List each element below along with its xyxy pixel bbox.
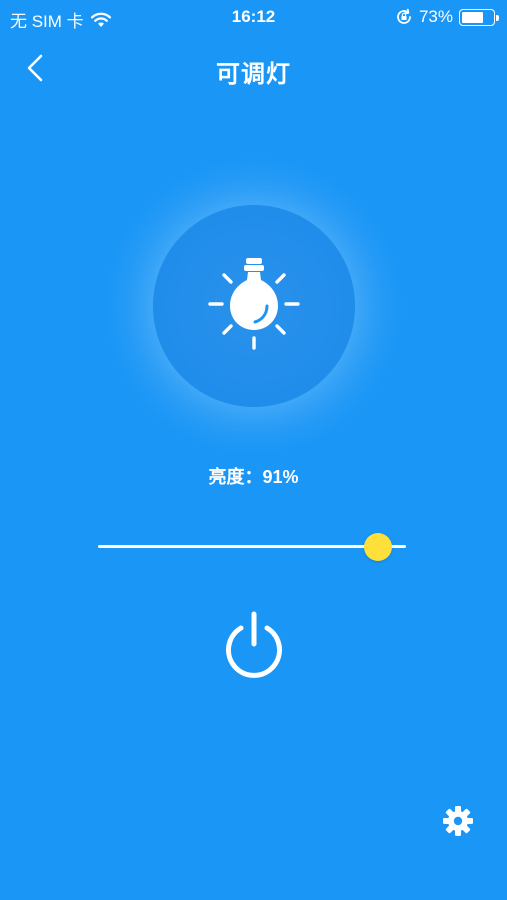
status-right: 73% bbox=[395, 7, 499, 27]
slider-track[interactable] bbox=[98, 545, 406, 548]
power-button[interactable] bbox=[218, 610, 290, 686]
settings-button[interactable] bbox=[440, 803, 476, 839]
brightness-slider[interactable] bbox=[98, 532, 406, 562]
battery-cap bbox=[496, 14, 499, 21]
brightness-label: 亮度：91% bbox=[208, 467, 299, 487]
slider-thumb[interactable] bbox=[364, 533, 393, 561]
light-bulb-icon bbox=[208, 258, 300, 350]
screen: 无 SIM 卡 16:12 73% 可调灯 亮度：91% bbox=[0, 0, 507, 900]
status-bar: 无 SIM 卡 16:12 73% bbox=[0, 0, 507, 34]
orientation-lock-icon bbox=[397, 8, 411, 24]
power-icon bbox=[226, 611, 282, 678]
page-title: 可调灯 bbox=[216, 61, 291, 88]
nav-bar: 可调灯 bbox=[0, 40, 507, 96]
battery-level bbox=[462, 11, 483, 23]
gear-icon bbox=[443, 806, 473, 836]
battery-icon bbox=[459, 8, 499, 26]
battery-percent: 73% bbox=[418, 7, 453, 26]
